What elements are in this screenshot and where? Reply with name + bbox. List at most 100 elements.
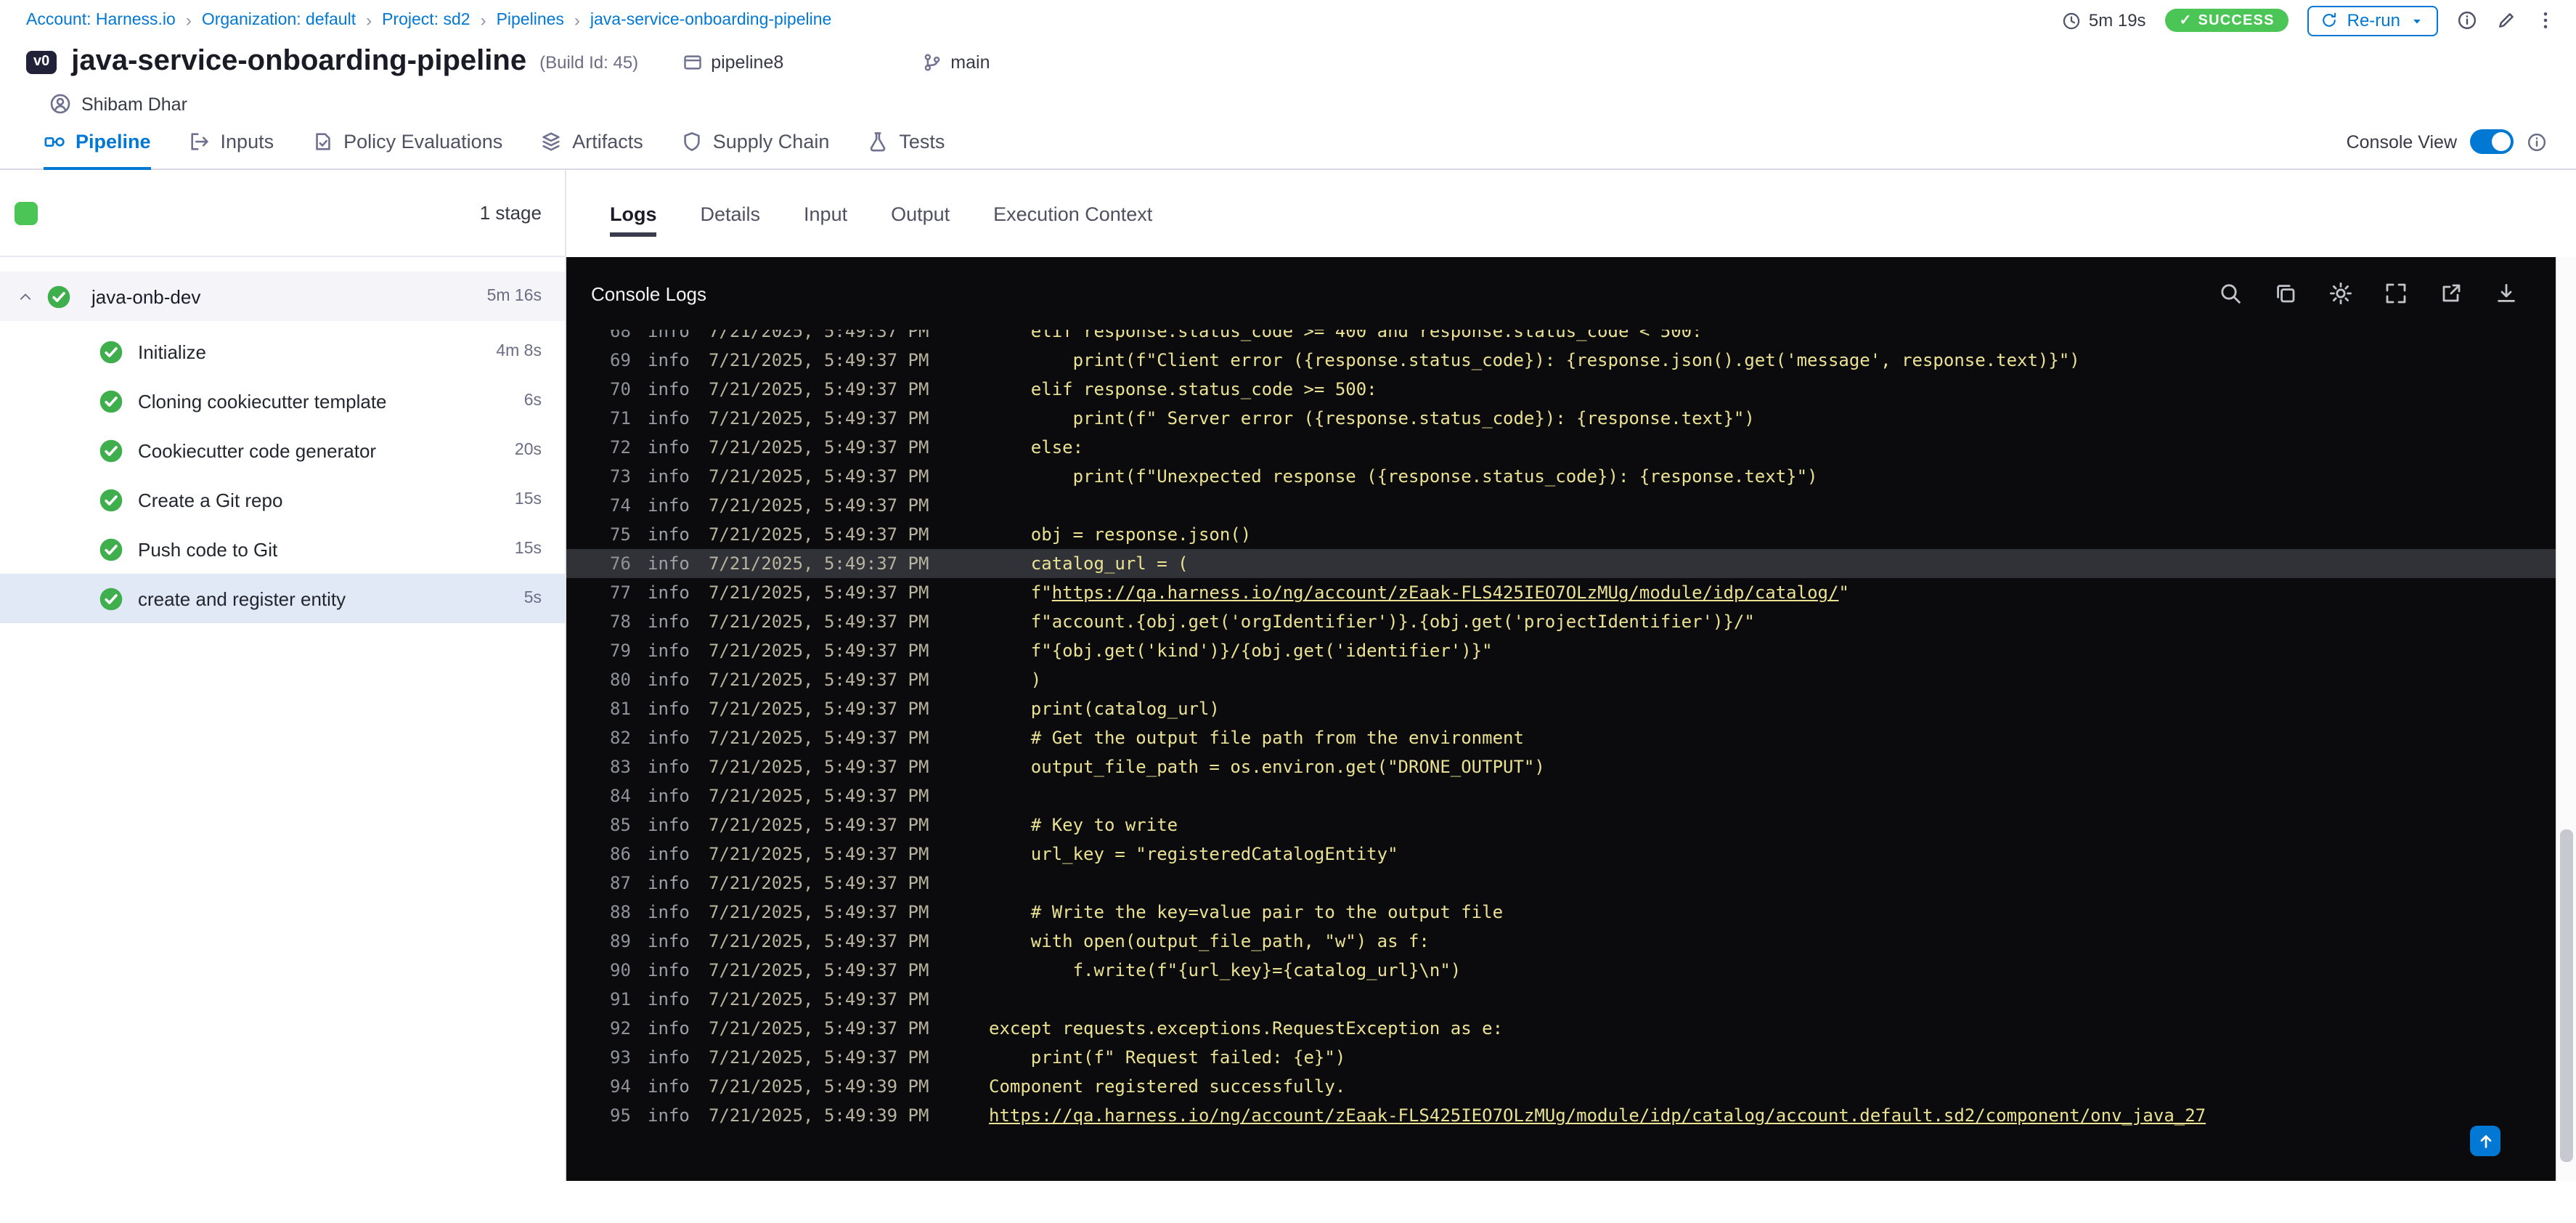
scrollbar-thumb[interactable] bbox=[2560, 829, 2573, 1163]
log-level: info bbox=[648, 350, 690, 370]
log-line[interactable]: 87 info 7/21/2025, 5:49:37 PM bbox=[566, 869, 2556, 898]
collapse-chevron-icon[interactable] bbox=[17, 288, 33, 304]
pipeline-card-icon bbox=[682, 52, 702, 72]
log-line[interactable]: 81 info 7/21/2025, 5:49:37 PM print(catalo… bbox=[566, 694, 2556, 723]
step-row-cookiecutter-code-generator[interactable]: Cookiecutter code generator 20s bbox=[0, 426, 565, 475]
download-icon[interactable] bbox=[2495, 282, 2518, 305]
tab-tests[interactable]: Tests bbox=[867, 115, 945, 170]
log-line[interactable]: 91 info 7/21/2025, 5:49:37 PM bbox=[566, 985, 2556, 1014]
logtab-input[interactable]: Input bbox=[804, 203, 847, 224]
log-line-number: 91 bbox=[610, 989, 631, 1009]
pipeline-tag-label: pipeline8 bbox=[711, 52, 784, 72]
log-line[interactable]: 93 info 7/21/2025, 5:49:37 PM print(f" Req… bbox=[566, 1043, 2556, 1072]
console-scrollbar[interactable] bbox=[2556, 257, 2576, 1181]
log-line[interactable]: 86 info 7/21/2025, 5:49:37 PM url_key = "r… bbox=[566, 840, 2556, 869]
log-line[interactable]: 79 info 7/21/2025, 5:49:37 PM f"{obj.get('… bbox=[566, 636, 2556, 665]
log-url-link[interactable]: https://qa.harness.io/ng/account/zEaak-F… bbox=[1052, 582, 1839, 603]
log-line[interactable]: 75 info 7/21/2025, 5:49:37 PM obj = respon… bbox=[566, 520, 2556, 549]
copy-icon[interactable] bbox=[2274, 282, 2297, 305]
step-row-create-a-git-repo[interactable]: Create a Git repo 15s bbox=[0, 475, 565, 524]
pipeline-header: v0 java-service-onboarding-pipeline (Bui… bbox=[0, 38, 2576, 115]
log-line-number: 83 bbox=[610, 757, 631, 777]
rerun-button[interactable]: Re-run bbox=[2307, 5, 2438, 36]
status-label: SUCCESS bbox=[2198, 12, 2275, 28]
log-line[interactable]: 77 info 7/21/2025, 5:49:37 PM f"https://qa… bbox=[566, 578, 2556, 607]
log-line[interactable]: 74 info 7/21/2025, 5:49:37 PM bbox=[566, 491, 2556, 520]
log-timestamp: 7/21/2025, 5:49:37 PM bbox=[709, 379, 929, 399]
more-options-icon[interactable] bbox=[2535, 10, 2556, 31]
log-timestamp: 7/21/2025, 5:49:37 PM bbox=[709, 786, 929, 806]
log-level: info bbox=[648, 641, 690, 661]
log-line[interactable]: 69 info 7/21/2025, 5:49:37 PM print(f"Clie… bbox=[566, 346, 2556, 375]
log-timestamp: 7/21/2025, 5:49:37 PM bbox=[709, 873, 929, 893]
log-line-number: 87 bbox=[610, 873, 631, 893]
step-row-initialize[interactable]: Initialize 4m 8s bbox=[0, 327, 565, 376]
log-line[interactable]: 78 info 7/21/2025, 5:49:37 PM f"account.{o… bbox=[566, 607, 2556, 636]
console-view-toggle[interactable] bbox=[2470, 129, 2514, 154]
log-line[interactable]: 80 info 7/21/2025, 5:49:37 PM ) bbox=[566, 665, 2556, 694]
log-line[interactable]: 82 info 7/21/2025, 5:49:37 PM # Get the ou… bbox=[566, 723, 2556, 752]
log-level: info bbox=[648, 379, 690, 399]
log-line-number: 84 bbox=[610, 786, 631, 806]
scroll-to-top-button[interactable] bbox=[2470, 1126, 2500, 1156]
log-line[interactable]: 83 info 7/21/2025, 5:49:37 PM output_file_… bbox=[566, 752, 2556, 781]
success-check-icon bbox=[99, 586, 123, 611]
tab-pipeline[interactable]: Pipeline bbox=[44, 115, 151, 170]
tab-inputs[interactable]: Inputs bbox=[189, 115, 274, 170]
settings-icon[interactable] bbox=[2329, 282, 2352, 305]
tab-policy-evaluations[interactable]: Policy Evaluations bbox=[311, 115, 502, 170]
log-line[interactable]: 88 info 7/21/2025, 5:49:37 PM # Write the … bbox=[566, 898, 2556, 927]
fullscreen-icon[interactable] bbox=[2384, 282, 2408, 305]
log-level: info bbox=[648, 873, 690, 893]
log-timestamp: 7/21/2025, 5:49:37 PM bbox=[709, 960, 929, 980]
log-timestamp: 7/21/2025, 5:49:37 PM bbox=[709, 612, 929, 632]
inputs-icon bbox=[189, 130, 211, 152]
search-icon[interactable] bbox=[2219, 282, 2242, 305]
log-line[interactable]: 84 info 7/21/2025, 5:49:37 PM bbox=[566, 781, 2556, 810]
log-line-number: 72 bbox=[610, 437, 631, 458]
stage-row-java-onb-dev[interactable]: java-onb-dev 5m 16s bbox=[0, 272, 565, 321]
step-row-create-and-register-entity[interactable]: create and register entity 5s bbox=[0, 574, 565, 623]
open-in-new-icon[interactable] bbox=[2440, 282, 2463, 305]
log-line[interactable]: 72 info 7/21/2025, 5:49:37 PM else: bbox=[566, 433, 2556, 462]
breadcrumb-item-account[interactable]: Account: Harness.io bbox=[26, 12, 176, 29]
log-line[interactable]: 68 info 7/21/2025, 5:49:37 PM elif respons… bbox=[566, 330, 2556, 346]
log-level: info bbox=[648, 815, 690, 835]
tab-supply-chain[interactable]: Supply Chain bbox=[681, 115, 829, 170]
tab-artifacts[interactable]: Artifacts bbox=[540, 115, 643, 170]
log-line[interactable]: 85 info 7/21/2025, 5:49:37 PM # Key to wri… bbox=[566, 810, 2556, 840]
log-timestamp: 7/21/2025, 5:49:37 PM bbox=[709, 350, 929, 370]
log-line[interactable]: 70 info 7/21/2025, 5:49:37 PM elif respons… bbox=[566, 375, 2556, 404]
log-line-number: 89 bbox=[610, 931, 631, 951]
logtab-output[interactable]: Output bbox=[891, 203, 950, 224]
logtab-execution-context[interactable]: Execution Context bbox=[993, 203, 1152, 224]
logtab-details[interactable]: Details bbox=[701, 203, 761, 224]
step-row-cloning-cookiecutter-template[interactable]: Cloning cookiecutter template 6s bbox=[0, 376, 565, 426]
log-url-link[interactable]: https://qa.harness.io/ng/account/zEaak-F… bbox=[989, 1105, 2206, 1126]
artifacts-icon bbox=[540, 130, 562, 152]
log-line-number: 74 bbox=[610, 495, 631, 516]
log-level: info bbox=[648, 1047, 690, 1068]
log-timestamp: 7/21/2025, 5:49:37 PM bbox=[709, 408, 929, 428]
log-line[interactable]: 89 info 7/21/2025, 5:49:37 PM with open(ou… bbox=[566, 927, 2556, 956]
breadcrumb-item-pipelines[interactable]: Pipelines bbox=[497, 12, 564, 29]
log-line[interactable]: 92 info 7/21/2025, 5:49:37 PM except reques… bbox=[566, 1014, 2556, 1043]
breadcrumb-item-organization[interactable]: Organization: default bbox=[202, 12, 356, 29]
edit-pipeline-icon[interactable] bbox=[2496, 10, 2516, 31]
log-line[interactable]: 94 info 7/21/2025, 5:49:39 PM Component reg… bbox=[566, 1072, 2556, 1101]
log-line[interactable]: 71 info 7/21/2025, 5:49:37 PM print(f" Ser… bbox=[566, 404, 2556, 433]
breadcrumb-item-project[interactable]: Project: sd2 bbox=[382, 12, 470, 29]
log-line[interactable]: 90 info 7/21/2025, 5:49:37 PM f.write(f"{u… bbox=[566, 956, 2556, 985]
log-line-number: 76 bbox=[610, 553, 631, 574]
breadcrumb-item-java-service-onboarding-pipeline[interactable]: java-service-onboarding-pipeline bbox=[590, 12, 831, 29]
log-code: print(f"Unexpected response ({response.s… bbox=[989, 466, 1818, 487]
step-row-push-code-to-git[interactable]: Push code to Git 15s bbox=[0, 524, 565, 574]
log-line[interactable]: 73 info 7/21/2025, 5:49:37 PM print(f"Unex… bbox=[566, 462, 2556, 491]
console-view-info-icon[interactable] bbox=[2527, 131, 2547, 152]
logtab-logs[interactable]: Logs bbox=[610, 203, 658, 236]
branch-info[interactable]: main bbox=[921, 52, 990, 72]
log-line[interactable]: 95 info 7/21/2025, 5:49:39 PM https://qa.ha… bbox=[566, 1101, 2556, 1130]
info-icon[interactable] bbox=[2457, 10, 2477, 31]
log-line[interactable]: 76 info 7/21/2025, 5:49:37 PM catalog_url … bbox=[566, 549, 2556, 578]
triggered-by: Shibam Dhar bbox=[49, 93, 2576, 115]
